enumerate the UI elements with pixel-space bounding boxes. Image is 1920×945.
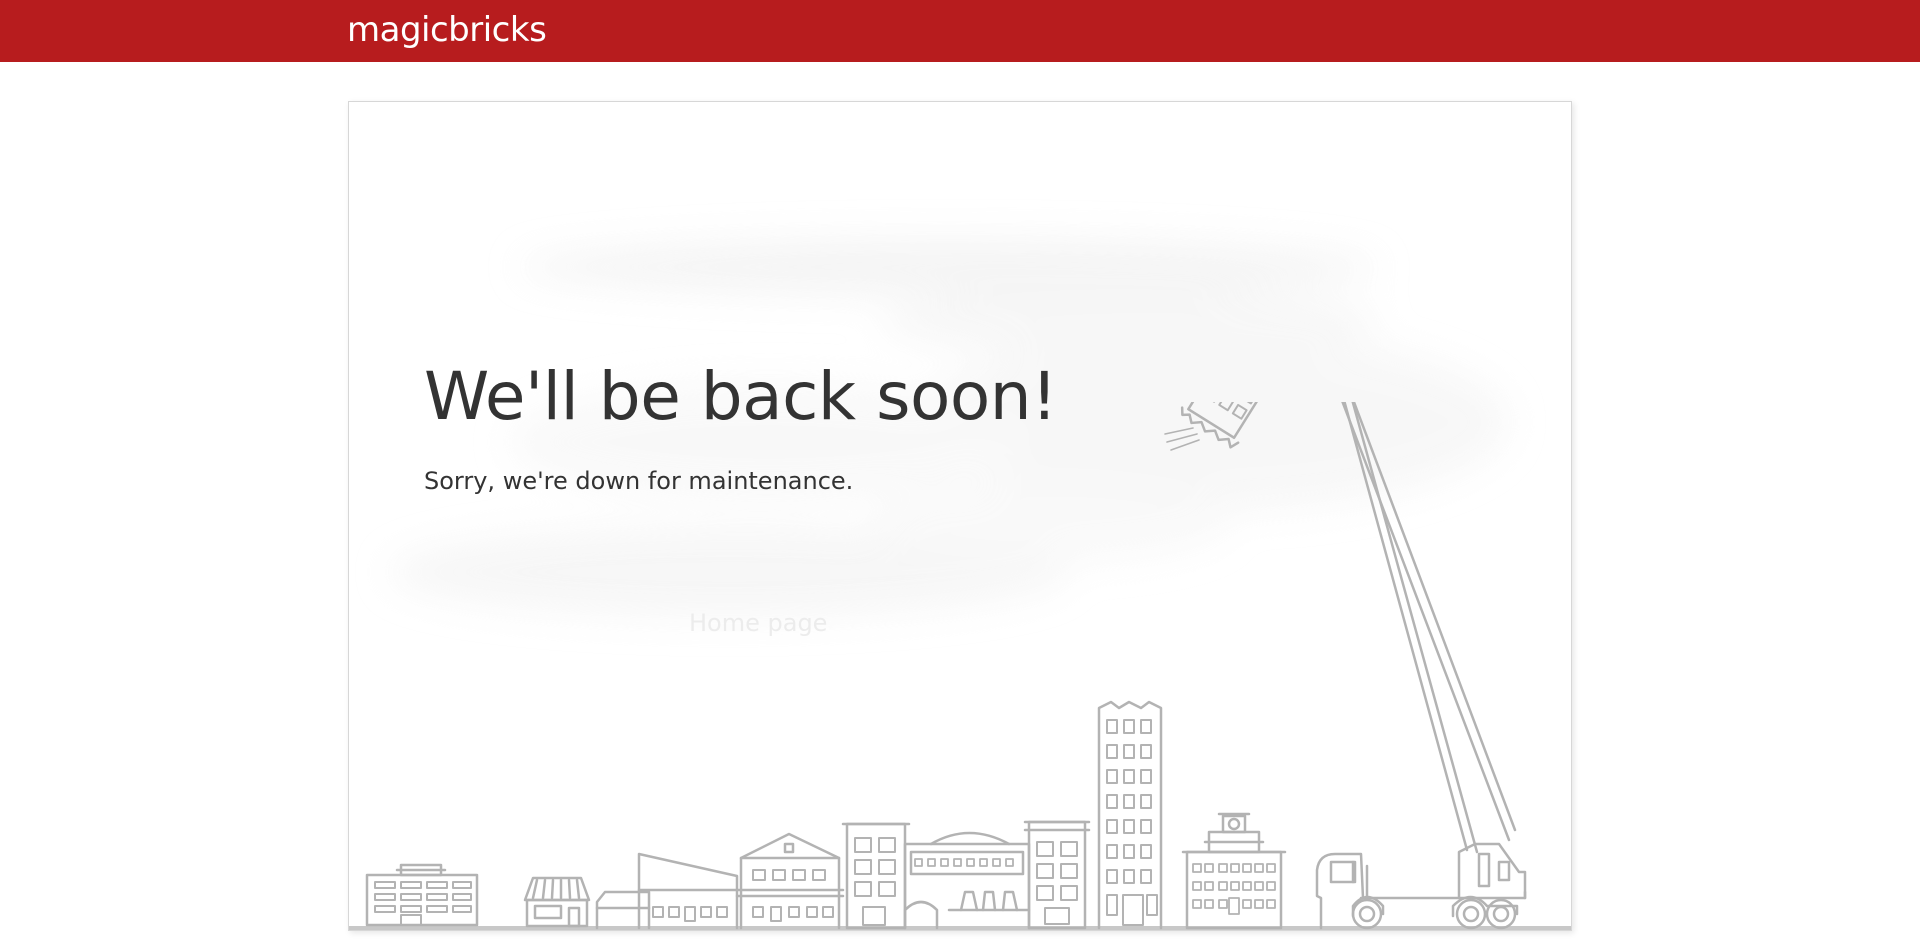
maintenance-card: We'll be back soon! Sorry, we're down fo… [348,101,1572,931]
city-skyline-crane-icon [349,402,1571,930]
top-header-bar: magicbricks [0,0,1920,62]
magicbricks-logo[interactable]: magicbricks [347,10,547,50]
